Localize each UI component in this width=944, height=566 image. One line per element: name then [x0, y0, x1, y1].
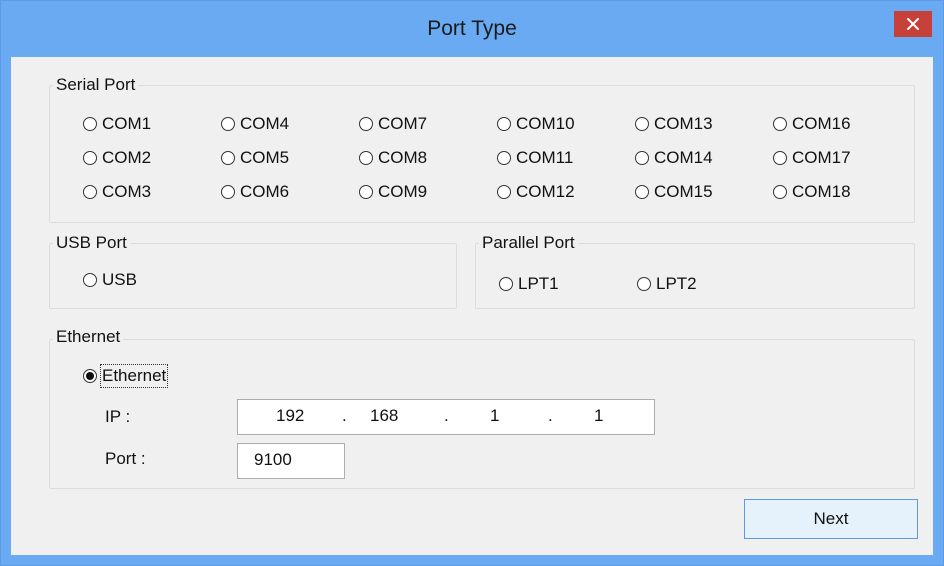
- ip-octet-1[interactable]: 192: [276, 406, 304, 426]
- radio-label: COM8: [378, 148, 428, 167]
- port-label: Port :: [105, 449, 146, 468]
- port-type-dialog: Port Type Serial Port COM1 COM4 COM7 COM10 C…: [0, 0, 944, 566]
- radio-label: COM15: [654, 182, 713, 201]
- radio-label: COM18: [792, 182, 851, 201]
- radio-circle: [359, 117, 373, 131]
- radio-circle: [773, 151, 787, 165]
- radio-com2[interactable]: COM2: [83, 147, 151, 169]
- radio-circle: [497, 151, 511, 165]
- usb-port-caption: USB Port: [53, 233, 130, 253]
- radio-label: COM10: [516, 114, 575, 133]
- serial-port-group: Serial Port COM1 COM4 COM7 COM10 COM13 COM16 C…: [49, 75, 915, 223]
- radio-circle: [83, 151, 97, 165]
- radio-com6[interactable]: COM6: [221, 181, 289, 203]
- radio-com9[interactable]: COM9: [359, 181, 427, 203]
- radio-label: COM11: [516, 148, 574, 167]
- ip-octet-3[interactable]: 1: [490, 406, 499, 426]
- radio-com8[interactable]: COM8: [359, 147, 427, 169]
- next-button[interactable]: Next: [744, 499, 918, 539]
- radio-circle: [637, 277, 651, 291]
- radio-circle: [773, 185, 787, 199]
- radio-circle: [359, 185, 373, 199]
- ip-separator: .: [548, 406, 553, 425]
- ethernet-caption: Ethernet: [53, 327, 124, 347]
- close-button[interactable]: [894, 11, 932, 37]
- ethernet-group: Ethernet Ethernet IP : 192 . 168 . 1 . 1…: [49, 327, 915, 489]
- radio-circle: [221, 185, 235, 199]
- radio-com1[interactable]: COM1: [83, 113, 151, 135]
- port-value: 9100: [254, 450, 292, 469]
- ip-separator: .: [342, 406, 347, 425]
- radio-circle: [359, 151, 373, 165]
- radio-circle: [221, 151, 235, 165]
- dialog-client-area: Serial Port COM1 COM4 COM7 COM10 COM13 COM16 C…: [11, 57, 933, 555]
- ip-octet-4[interactable]: 1: [594, 406, 603, 426]
- radio-label: COM14: [654, 148, 713, 167]
- radio-usb[interactable]: USB: [83, 269, 137, 291]
- ip-label: IP :: [105, 407, 131, 426]
- radio-com4[interactable]: COM4: [221, 113, 289, 135]
- radio-label: USB: [102, 270, 137, 289]
- radio-circle: [83, 273, 97, 287]
- ip-address-input[interactable]: 192 . 168 . 1 . 1: [237, 399, 655, 435]
- ip-octet-2[interactable]: 168: [370, 406, 398, 426]
- radio-label: COM13: [654, 114, 713, 133]
- close-icon: [907, 18, 919, 30]
- radio-com15[interactable]: COM15: [635, 181, 713, 203]
- radio-com10[interactable]: COM10: [497, 113, 575, 135]
- port-input[interactable]: 9100: [237, 443, 345, 479]
- radio-circle: [221, 117, 235, 131]
- radio-label: COM17: [792, 148, 851, 167]
- radio-label: COM2: [102, 148, 152, 167]
- radio-label: COM1: [102, 114, 152, 133]
- radio-com7[interactable]: COM7: [359, 113, 427, 135]
- radio-label: COM6: [240, 182, 290, 201]
- radio-lpt1[interactable]: LPT1: [499, 273, 559, 295]
- radio-circle: [773, 117, 787, 131]
- radio-circle-selected: [83, 369, 97, 383]
- radio-circle: [635, 185, 649, 199]
- radio-label: LPT2: [656, 274, 697, 293]
- radio-label: COM7: [378, 114, 428, 133]
- radio-com11[interactable]: COM11: [497, 147, 573, 169]
- radio-label: COM16: [792, 114, 851, 133]
- radio-circle: [83, 117, 97, 131]
- radio-circle: [499, 277, 513, 291]
- serial-port-caption: Serial Port: [53, 75, 139, 95]
- radio-lpt2[interactable]: LPT2: [637, 273, 697, 295]
- window-title: Port Type: [427, 17, 517, 40]
- radio-label: LPT1: [518, 274, 559, 293]
- radio-com5[interactable]: COM5: [221, 147, 289, 169]
- radio-label: Ethernet: [99, 364, 169, 388]
- radio-circle: [635, 117, 649, 131]
- radio-label: COM9: [378, 182, 428, 201]
- title-bar: Port Type: [1, 1, 943, 57]
- radio-com14[interactable]: COM14: [635, 147, 713, 169]
- ip-separator: .: [444, 406, 449, 425]
- radio-circle: [83, 185, 97, 199]
- radio-label: COM3: [102, 182, 152, 201]
- radio-com12[interactable]: COM12: [497, 181, 575, 203]
- parallel-port-group: Parallel Port LPT1 LPT2: [475, 233, 915, 309]
- radio-label: COM4: [240, 114, 290, 133]
- radio-circle: [497, 117, 511, 131]
- radio-com18[interactable]: COM18: [773, 181, 851, 203]
- radio-com16[interactable]: COM16: [773, 113, 851, 135]
- radio-circle: [497, 185, 511, 199]
- radio-com13[interactable]: COM13: [635, 113, 713, 135]
- radio-com17[interactable]: COM17: [773, 147, 851, 169]
- radio-label: COM12: [516, 182, 575, 201]
- radio-ethernet[interactable]: Ethernet: [83, 364, 169, 388]
- radio-label: COM5: [240, 148, 290, 167]
- usb-port-group: USB Port USB: [49, 233, 457, 309]
- radio-com3[interactable]: COM3: [83, 181, 151, 203]
- radio-circle: [635, 151, 649, 165]
- parallel-port-caption: Parallel Port: [479, 233, 578, 253]
